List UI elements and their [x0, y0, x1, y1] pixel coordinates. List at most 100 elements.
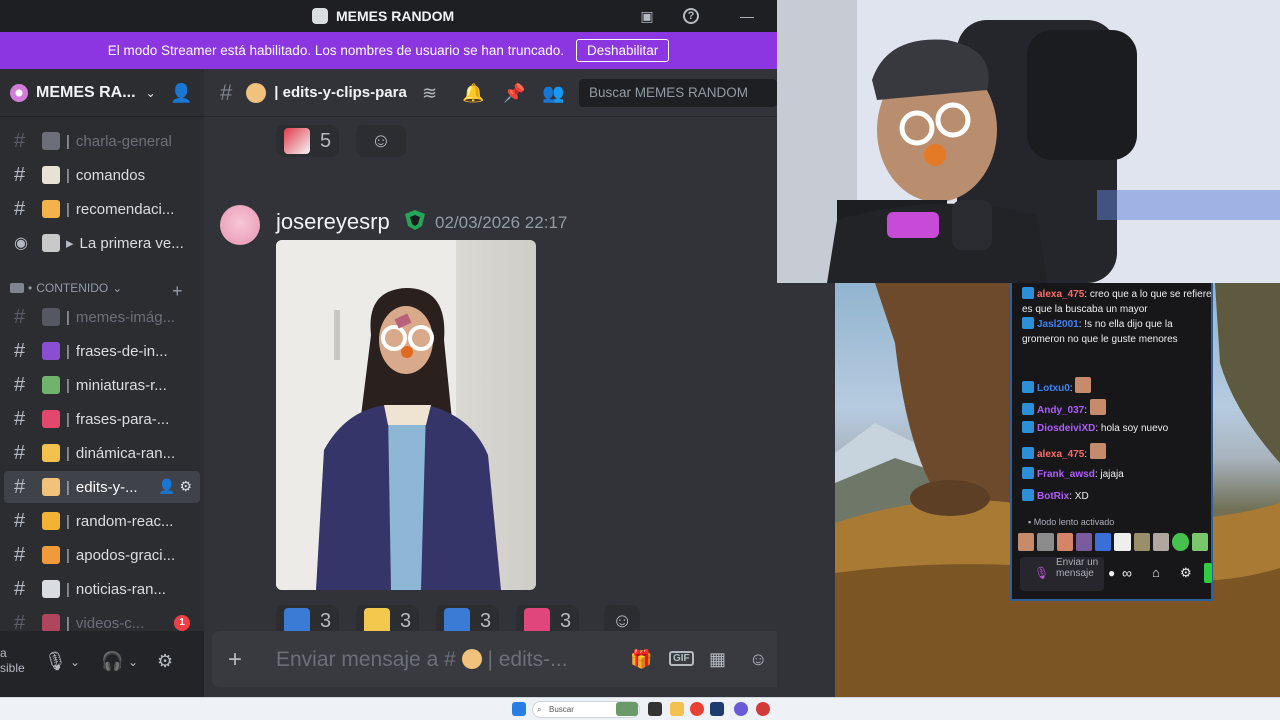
gift-icon[interactable]: 🎁: [630, 649, 652, 670]
channel-settings-icon[interactable]: 👤 ⚙: [158, 478, 192, 495]
widget-icon[interactable]: [616, 702, 638, 716]
reaction-count: 5: [320, 129, 332, 152]
channel-item[interactable]: # | edits-y-... 👤 ⚙: [4, 471, 200, 503]
channel-item[interactable]: # | frases-para-...: [4, 403, 200, 435]
reaction-chip[interactable]: 3: [436, 605, 500, 631]
inbox-icon[interactable]: ▣: [639, 8, 655, 24]
reaction-chip[interactable]: 3: [276, 605, 340, 631]
emote-icon[interactable]: [1133, 533, 1151, 551]
server-header[interactable]: MEMES RA... ⌄ 👤: [0, 69, 204, 117]
emoji-icon[interactable]: ☺: [749, 649, 767, 670]
microphone-icon[interactable]: 🎙: [1034, 566, 1049, 580]
threads-icon[interactable]: ≋: [422, 83, 437, 104]
channel-item[interactable]: # | charla-general: [4, 125, 200, 157]
chat-username[interactable]: alexa_475: [1037, 289, 1084, 300]
channel-item[interactable]: # | dinámica-ran...: [4, 437, 200, 469]
attach-plus-icon[interactable]: +: [228, 646, 242, 674]
channel-label: memes-imág...: [75, 308, 176, 326]
gif-icon[interactable]: GIF: [669, 651, 694, 666]
audio-options-chevron-icon[interactable]: ⌄: [128, 655, 138, 669]
reaction-chip[interactable]: 3: [516, 605, 580, 632]
reaction-count: 3: [560, 609, 572, 632]
channel-emoji-icon: [42, 614, 60, 631]
emote-icon[interactable]: [1075, 533, 1093, 551]
channel-label: comandos: [75, 166, 146, 184]
chat-username[interactable]: DiosdeiviXD: [1037, 423, 1095, 434]
add-user-icon[interactable]: 👤: [170, 83, 192, 104]
search-input[interactable]: Buscar MEMES RANDOM: [579, 79, 777, 107]
task-view-icon[interactable]: [648, 702, 662, 716]
channel-item[interactable]: # | memes-imág...: [4, 301, 200, 333]
category-contenido[interactable]: • CONTENIDO ⌄: [10, 281, 122, 295]
emote-icon[interactable]: [1153, 533, 1170, 551]
emote-icon[interactable]: [1095, 533, 1112, 551]
microphone-icon[interactable]: 🎙: [44, 651, 67, 672]
chrome-icon[interactable]: [690, 702, 704, 716]
stream-chat-message: BotRix: XD: [1022, 489, 1212, 504]
emote-icon[interactable]: [1056, 533, 1073, 551]
author-avatar[interactable]: [220, 205, 260, 245]
pin-icon[interactable]: 📌: [503, 83, 525, 104]
channel-item[interactable]: # | recomendaci...: [4, 193, 200, 225]
chat-username[interactable]: alexa_475: [1037, 449, 1084, 460]
file-explorer-icon[interactable]: [670, 702, 684, 716]
webcam-feed: [777, 0, 1280, 283]
stream-chat-input[interactable]: 🎙 Enviar un mensaje: [1020, 557, 1104, 591]
channel-label: videos-c...: [75, 614, 145, 632]
chat-username[interactable]: BotRix: [1037, 491, 1069, 502]
emote-picker-icon[interactable]: ●: [1108, 566, 1115, 580]
emote-icon[interactable]: [1018, 533, 1035, 551]
app-icon[interactable]: [756, 702, 770, 716]
start-menu-icon[interactable]: [512, 702, 526, 716]
channel-item[interactable]: # | apodos-graci...: [4, 539, 200, 571]
photoshop-icon[interactable]: [710, 702, 724, 716]
chat-username[interactable]: Jasl2001: [1037, 319, 1079, 330]
channel-item[interactable]: ◉ ▸ La primera ve...: [4, 227, 200, 259]
user-status[interactable]: a sible: [0, 646, 25, 676]
channel-separator: ▸: [66, 235, 74, 252]
channel-emoji-icon: [42, 308, 60, 326]
settings-gear-icon[interactable]: ⚙: [157, 651, 173, 672]
channel-separator: |: [66, 166, 70, 184]
settings-gear-icon[interactable]: ⚙: [1180, 565, 1192, 581]
sticker-icon[interactable]: ▦: [709, 649, 726, 670]
channel-item[interactable]: # | noticias-ran...: [4, 573, 200, 605]
chat-text: XD: [1074, 491, 1089, 502]
headphones-icon[interactable]: 🎧: [101, 651, 123, 672]
chat-username[interactable]: Frank_awsd: [1037, 469, 1095, 480]
message-author[interactable]: josereyesrp: [276, 209, 390, 235]
add-reaction-button[interactable]: ☺: [604, 605, 641, 631]
add-reaction-button[interactable]: ☺: [356, 125, 406, 157]
notification-bell-icon[interactable]: 🔔: [462, 83, 484, 104]
channel-item[interactable]: # | videos-c... 1: [4, 607, 200, 631]
infinity-icon[interactable]: ∞: [1122, 565, 1132, 581]
reaction-chip[interactable]: 3: [356, 605, 420, 631]
emote-icon[interactable]: [1037, 533, 1054, 551]
mic-options-chevron-icon[interactable]: ⌄: [70, 655, 80, 669]
emote-icon[interactable]: [1114, 533, 1131, 551]
title-bar: MEMES RANDOM ▣ ? —: [0, 0, 777, 32]
chat-username[interactable]: Andy_037: [1037, 405, 1084, 416]
channel-item[interactable]: # | random-reac...: [4, 505, 200, 537]
channel-emoji-icon: [42, 546, 60, 564]
message-composer[interactable]: + Enviar mensaje a # | edits-... 🎁 GIF ▦…: [212, 631, 777, 687]
help-icon[interactable]: ?: [683, 8, 699, 24]
send-button[interactable]: [1204, 563, 1212, 583]
emote-icon[interactable]: [1191, 533, 1208, 551]
channel-sidebar: MEMES RA... ⌄ 👤 # | charla-general # | comand…: [0, 69, 204, 631]
message-image[interactable]: [276, 240, 536, 590]
channel-item[interactable]: # | comandos: [4, 159, 200, 191]
minimize-icon[interactable]: —: [739, 8, 755, 24]
chat-username[interactable]: Lotxu0: [1037, 383, 1070, 394]
store-icon[interactable]: ⌂: [1152, 565, 1160, 580]
disable-streamer-button[interactable]: Deshabilitar: [575, 39, 670, 62]
hashtag-icon: #: [14, 163, 26, 186]
create-channel-icon[interactable]: +: [172, 281, 183, 302]
discord-icon[interactable]: [734, 702, 748, 716]
member-list-icon[interactable]: 👥: [542, 83, 564, 104]
channel-item[interactable]: # | miniaturas-r...: [4, 369, 200, 401]
emote-icon[interactable]: [1172, 533, 1189, 551]
reaction-heart[interactable]: 5: [276, 125, 340, 157]
hashtag-icon: #: [14, 611, 26, 632]
channel-item[interactable]: # | frases-de-in...: [4, 335, 200, 367]
